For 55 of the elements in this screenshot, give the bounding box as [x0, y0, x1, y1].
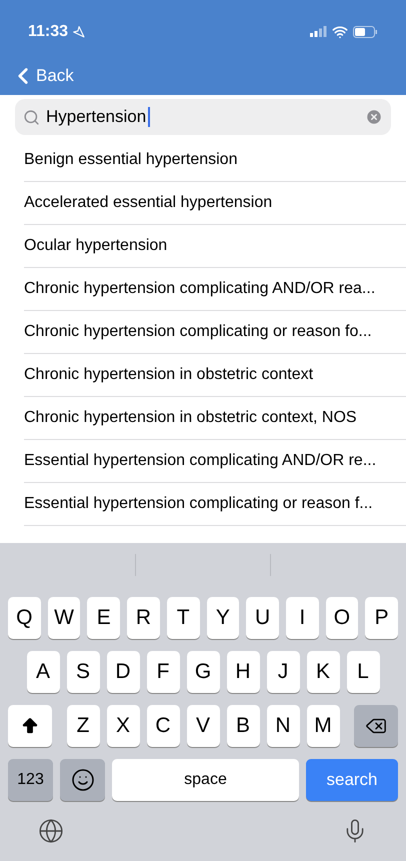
numbers-key[interactable]: 123 [8, 759, 53, 801]
search-field[interactable]: Hypertension [15, 99, 391, 135]
keyboard-key[interactable]: Q [8, 597, 41, 639]
status-time: 11:33 [28, 22, 68, 42]
keyboard-key[interactable]: M [306, 705, 340, 747]
keyboard-key[interactable]: D [106, 651, 140, 693]
keyboard-key[interactable]: U [246, 597, 279, 639]
keyboard-key[interactable]: Z [66, 705, 100, 747]
search-key[interactable]: search [306, 759, 398, 801]
search-text: Hypertension [46, 106, 146, 128]
result-row[interactable]: Chronic hypertension complicating or reason fo... [24, 311, 406, 354]
wifi-icon [332, 24, 348, 40]
result-row[interactable]: Essential hypertension complicating or reason f... [24, 483, 406, 526]
keyboard-key[interactable]: L [346, 651, 380, 693]
keyboard-key[interactable]: R [127, 597, 160, 639]
keyboard-key[interactable]: C [146, 705, 180, 747]
keyboard-key[interactable]: O [326, 597, 358, 639]
keyboard-key[interactable]: H [226, 651, 260, 693]
result-row[interactable]: Chronic hypertension in obstetric context, NOS [24, 397, 406, 440]
keyboard-key[interactable]: F [146, 651, 180, 693]
shift-key[interactable] [8, 705, 52, 747]
keyboard-key[interactable]: E [87, 597, 120, 639]
result-row[interactable]: Essential hypertension complicating AND/OR re... [24, 440, 406, 483]
battery-icon [353, 26, 378, 38]
signal-icon [310, 26, 327, 37]
back-button[interactable]: Back [0, 57, 74, 95]
keyboard-key[interactable]: Y [206, 597, 240, 639]
keyboard-key[interactable]: P [365, 597, 398, 639]
shift-icon [20, 716, 40, 736]
delete-key[interactable] [354, 705, 398, 747]
space-key[interactable]: space [112, 759, 299, 801]
keyboard-key[interactable]: S [66, 651, 100, 693]
keyboard-key[interactable]: X [106, 705, 140, 747]
search-icon [23, 108, 40, 126]
result-row[interactable]: Benign essential hypertension [24, 139, 406, 182]
emoji-icon [70, 768, 94, 792]
keyboard-key[interactable]: A [26, 651, 60, 693]
keyboard-key[interactable]: N [266, 705, 300, 747]
location-icon [72, 25, 86, 38]
text-cursor [148, 107, 150, 127]
result-row[interactable]: Accelerated essential hypertension [24, 182, 406, 225]
keyboard-key[interactable]: G [186, 651, 220, 693]
result-row[interactable]: Chronic hypertension in obstetric context [24, 354, 406, 397]
emoji-key[interactable] [60, 759, 105, 801]
keyboard-key[interactable]: T [166, 597, 200, 639]
keyboard-key[interactable]: W [48, 597, 80, 639]
keyboard-key[interactable]: J [266, 651, 300, 693]
keyboard-key[interactable]: B [226, 705, 260, 747]
globe-icon[interactable] [38, 818, 64, 844]
result-row[interactable]: Ocular hypertension [24, 225, 406, 268]
keyboard-key[interactable]: I [286, 597, 319, 639]
clear-icon[interactable] [365, 108, 383, 126]
keyboard-key[interactable]: K [306, 651, 340, 693]
keyboard-key[interactable]: V [186, 705, 220, 747]
result-row[interactable]: Chronic hypertension complicating AND/OR rea... [24, 268, 406, 311]
